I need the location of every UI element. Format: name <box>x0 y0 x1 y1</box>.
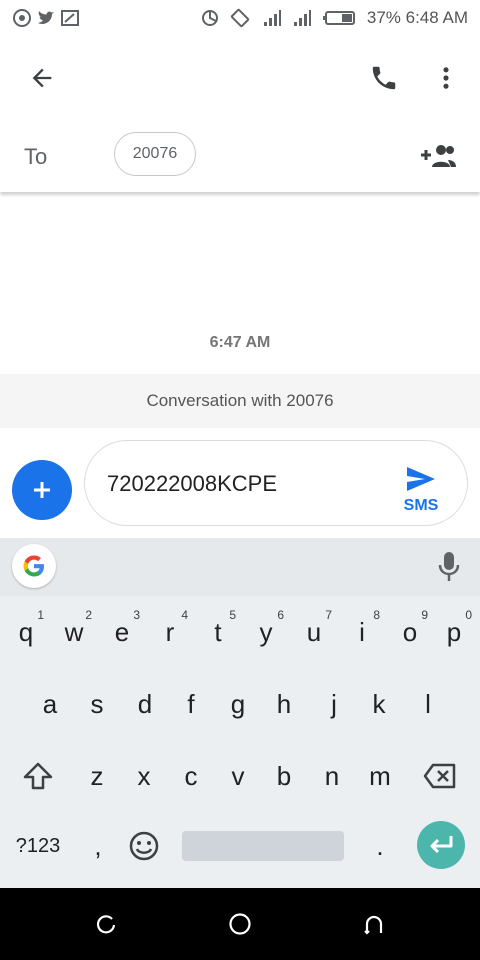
key-n[interactable]: n <box>308 746 356 806</box>
mic-icon <box>438 552 460 581</box>
key-e[interactable]: e3 <box>98 602 146 662</box>
recipient-chip[interactable]: 20076 <box>114 132 196 176</box>
key-k[interactable]: k <box>355 674 403 734</box>
status-text: 37% 6:48 AM <box>367 8 468 28</box>
comma-key[interactable]: , <box>74 816 122 876</box>
back-button[interactable] <box>18 54 66 102</box>
key-v[interactable]: v <box>214 746 262 806</box>
more-options-button[interactable] <box>422 54 470 102</box>
add-people-button[interactable] <box>414 132 462 180</box>
phone-icon <box>372 66 396 90</box>
key-o[interactable]: o9 <box>386 602 434 662</box>
key-hint: 5 <box>229 608 236 622</box>
key-a[interactable]: a <box>26 674 74 734</box>
conversation-banner: Conversation with 20076 <box>0 374 480 428</box>
nav-back-button[interactable] <box>350 900 398 948</box>
recents-button[interactable] <box>82 900 130 948</box>
message-timestamp: 6:47 AM <box>209 334 271 351</box>
key-b[interactable]: b <box>260 746 308 806</box>
key-m[interactable]: m <box>356 746 404 806</box>
key-i[interactable]: i8 <box>338 602 386 662</box>
period-key[interactable]: . <box>356 816 404 876</box>
key-hint: 8 <box>373 608 380 622</box>
compose-area: SMS <box>0 428 480 538</box>
key-r[interactable]: r4 <box>146 602 194 662</box>
key-j[interactable]: j <box>310 674 358 734</box>
signal-1-icon <box>264 10 281 26</box>
app-bar <box>0 36 480 120</box>
message-box: SMS <box>84 440 468 526</box>
enter-key[interactable] <box>417 821 465 869</box>
space-key[interactable] <box>182 831 344 861</box>
key-y[interactable]: y6 <box>242 602 290 662</box>
key-hint: 3 <box>133 608 140 622</box>
key-d[interactable]: d <box>121 674 169 734</box>
key-t[interactable]: t5 <box>194 602 242 662</box>
send-icon <box>407 467 435 491</box>
key-h[interactable]: h <box>260 674 308 734</box>
battery-percent: 37% <box>366 8 401 27</box>
symbols-key[interactable]: ?123 <box>6 816 70 876</box>
key-hint: 7 <box>325 608 332 622</box>
key-hint: 1 <box>37 608 44 622</box>
chrome-icon <box>13 9 31 27</box>
shift-icon <box>23 762 53 790</box>
emoji-icon <box>129 831 159 861</box>
key-z[interactable]: z <box>73 746 121 806</box>
screen-cast-icon <box>61 10 79 26</box>
key-hint: 6 <box>277 608 284 622</box>
signal-2-icon <box>294 10 311 26</box>
key-hint: 9 <box>421 608 428 622</box>
clock: 6:48 AM <box>405 8 468 27</box>
recipient-row: To 20076 <box>0 120 480 192</box>
rotate-icon <box>230 8 250 28</box>
recents-icon <box>96 915 116 934</box>
send-label: SMS <box>403 497 439 514</box>
keyboard: q1 w2 e3 r4 t5 y6 u7 i8 o9 p0 a s d f g … <box>0 538 480 888</box>
home-icon <box>229 913 251 935</box>
emoji-key[interactable] <box>120 816 168 876</box>
key-x[interactable]: x <box>120 746 168 806</box>
suggestion-bar <box>0 538 480 596</box>
key-p[interactable]: p0 <box>430 602 478 662</box>
to-label: To <box>24 144 48 169</box>
send-sms-button[interactable]: SMS <box>399 463 443 515</box>
nav-back-icon <box>364 915 383 935</box>
conversation-area: 6:47 AM <box>0 192 480 374</box>
call-button[interactable] <box>360 54 408 102</box>
key-u[interactable]: u7 <box>290 602 338 662</box>
key-l[interactable]: l <box>404 674 452 734</box>
voice-input-button[interactable] <box>434 550 464 584</box>
key-hint: 2 <box>85 608 92 622</box>
google-icon <box>23 555 44 577</box>
key-q[interactable]: q1 <box>2 602 50 662</box>
more-vert-icon <box>443 67 449 89</box>
add-group-icon <box>421 145 456 167</box>
backspace-icon <box>423 763 456 789</box>
key-f[interactable]: f <box>167 674 215 734</box>
enter-icon <box>430 836 453 854</box>
key-c[interactable]: c <box>167 746 215 806</box>
twitter-icon <box>38 11 54 24</box>
key-hint: 0 <box>465 608 472 622</box>
status-bar: 37% 6:48 AM <box>0 0 480 36</box>
navigation-bar <box>0 888 480 960</box>
google-search-button[interactable] <box>12 544 56 588</box>
shift-key[interactable] <box>14 746 62 806</box>
back-arrow-icon <box>32 68 52 88</box>
plus-icon <box>34 482 50 498</box>
message-input[interactable] <box>107 471 377 497</box>
key-hint: 4 <box>181 608 188 622</box>
key-s[interactable]: s <box>73 674 121 734</box>
add-attachment-button[interactable] <box>12 460 72 520</box>
home-button[interactable] <box>216 900 264 948</box>
data-saver-icon <box>202 10 218 26</box>
backspace-key[interactable] <box>416 746 464 806</box>
key-w[interactable]: w2 <box>50 602 98 662</box>
key-g[interactable]: g <box>214 674 262 734</box>
battery-icon <box>323 11 355 25</box>
